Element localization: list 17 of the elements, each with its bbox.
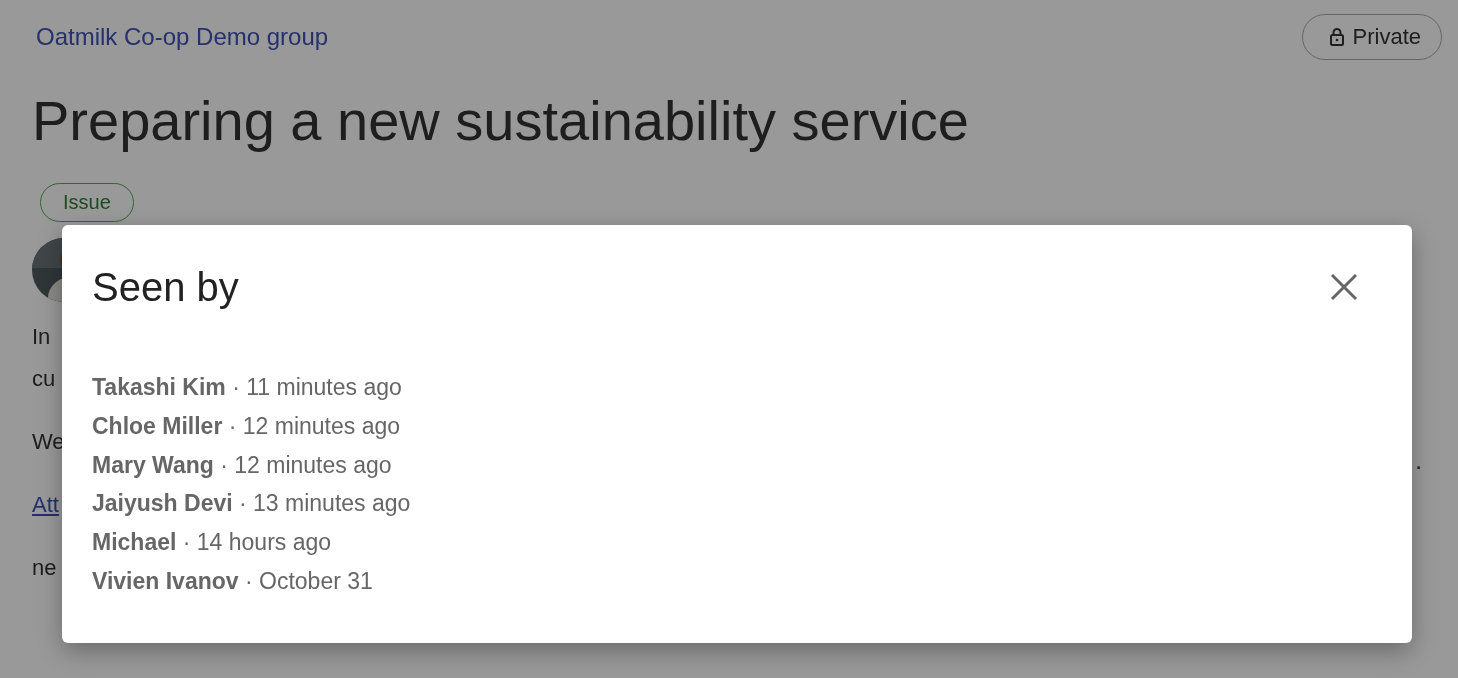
body-text: .	[1415, 446, 1422, 476]
body-link[interactable]: Att	[32, 484, 59, 526]
dialog-title: Seen by	[92, 265, 239, 310]
viewer-entry: Mary Wang · 12 minutes ago	[92, 450, 393, 480]
lock-icon	[1328, 27, 1345, 47]
body-text: In	[32, 323, 51, 351]
viewer-entry: Takashi Kim · 11 minutes ago	[92, 373, 403, 402]
viewer-entry: Vivien Ivanov · October 31	[92, 567, 374, 596]
body-text: ne	[32, 554, 57, 582]
group-link[interactable]: Oatmilk Co-op Demo group	[36, 23, 329, 51]
viewer-entry: Michael · 14 hours ago	[92, 528, 333, 558]
body-text: We	[32, 428, 65, 456]
body-text: cu	[32, 365, 56, 393]
viewer-entry: Chloe Miller · 12 minutes ago	[92, 411, 402, 441]
viewer-entry: Jaiyush Devi · 13 minutes ago	[92, 489, 412, 519]
privacy-button[interactable]: Private	[1301, 14, 1442, 60]
page-title: Preparing a new sustainability service	[32, 88, 970, 153]
